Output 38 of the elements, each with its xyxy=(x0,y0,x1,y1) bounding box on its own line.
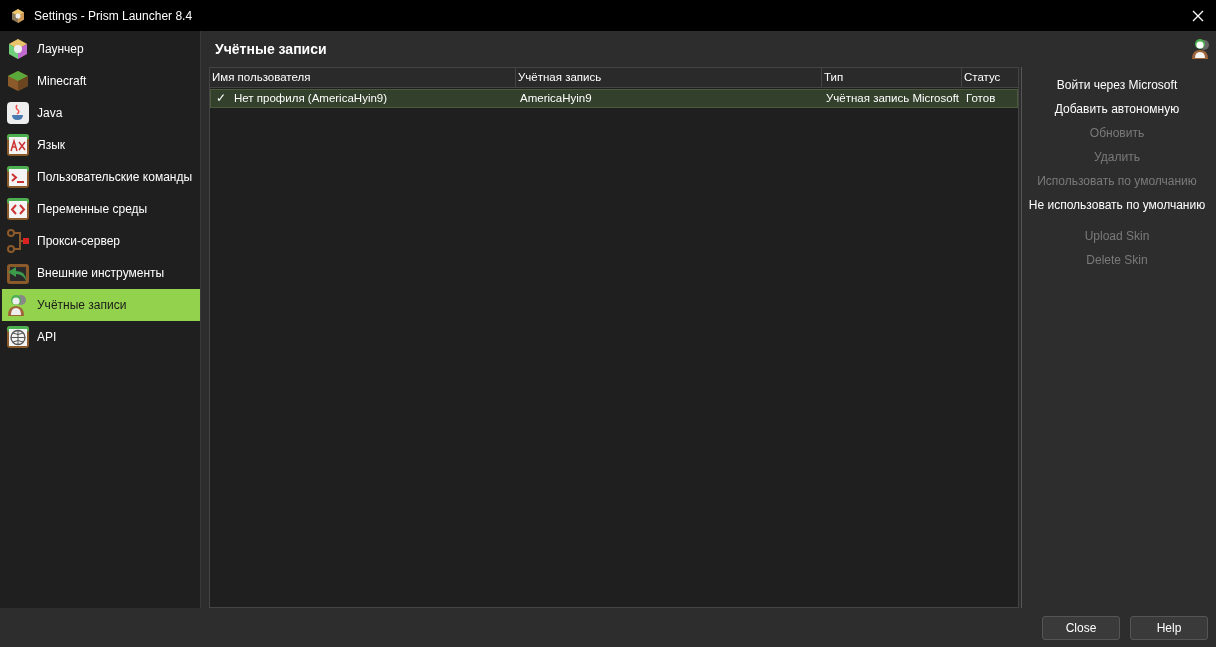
sidebar-item[interactable]: API xyxy=(2,321,200,353)
sidebar-item[interactable]: Прокси-сервер xyxy=(2,225,200,257)
close-button[interactable]: Close xyxy=(1042,615,1120,640)
grass-block-icon xyxy=(6,69,30,93)
sidebar-item[interactable]: Переменные среды xyxy=(2,193,200,225)
action-button[interactable]: Не использовать по умолчанию xyxy=(1024,193,1210,217)
sidebar-item[interactable]: Java xyxy=(2,97,200,129)
column-header[interactable]: Учётная запись xyxy=(516,68,822,87)
column-header[interactable]: Тип xyxy=(822,68,962,87)
user-icon xyxy=(1190,37,1212,61)
sidebar-item[interactable]: Лаунчер xyxy=(2,33,200,65)
check-mark: ✓ xyxy=(216,91,226,106)
sidebar-item[interactable]: Minecraft xyxy=(2,65,200,97)
table-cell-text: Готов xyxy=(966,91,996,106)
action-button[interactable]: Войти через Microsoft xyxy=(1052,73,1182,97)
terminal-icon xyxy=(6,165,30,189)
column-header[interactable]: Имя пользователя xyxy=(210,68,516,87)
action-button[interactable]: Добавить автономную xyxy=(1050,97,1184,121)
coffee-cup-icon xyxy=(6,101,30,125)
cube-icon xyxy=(10,7,26,24)
table-cell-text: Нет профиля (AmericaHyin9) xyxy=(234,91,388,106)
sidebar-item[interactable]: Язык xyxy=(2,129,200,161)
sidebar-item[interactable]: Учётные записи xyxy=(2,289,200,321)
table-cell-text: AmericaHyin9 xyxy=(520,91,592,106)
code-icon xyxy=(6,197,30,221)
window-title: Settings - Prism Launcher 8.4 xyxy=(34,8,194,23)
network-icon xyxy=(6,229,30,253)
column-header[interactable]: Статус xyxy=(962,68,1002,87)
help-button[interactable]: Help xyxy=(1130,615,1208,640)
close-icon[interactable] xyxy=(1192,9,1204,22)
table-cell-text: Учётная запись Microsoft xyxy=(826,91,960,106)
table-row[interactable]: ✓ Нет профиля (AmericaHyin9) AmericaHyin9 Учётная запись Microsoft Готов xyxy=(210,89,1018,108)
sidebar-item[interactable]: Пользовательские команды xyxy=(2,161,200,193)
page-title: Учётные записи xyxy=(215,41,327,57)
translate-icon xyxy=(6,133,30,157)
globe-icon xyxy=(6,325,30,349)
sidebar-item[interactable]: Внешние инструменты xyxy=(2,257,200,289)
cube-icon xyxy=(6,37,30,61)
